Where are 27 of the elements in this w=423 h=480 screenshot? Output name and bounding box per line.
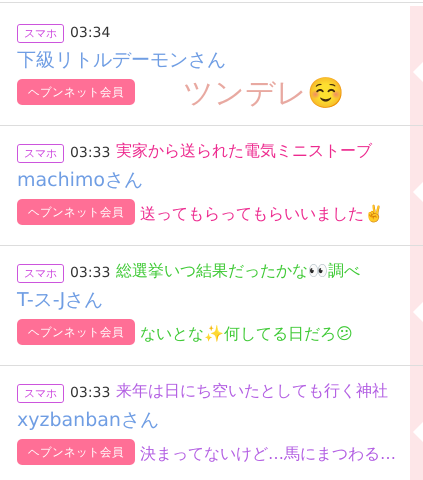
member-button[interactable]: ヘブンネット会員 xyxy=(17,319,135,345)
arrow-icon xyxy=(413,182,423,202)
member-button[interactable]: ヘブンネット会員 xyxy=(17,199,135,225)
overlay-caption: 来年は日にち空いたとしても行く神社 xyxy=(116,380,388,402)
post-time: 03:33 xyxy=(70,264,110,283)
arrow-icon xyxy=(413,422,423,442)
device-tag: スマホ xyxy=(17,144,64,163)
user-name[interactable]: xyzbanbanさん xyxy=(17,408,410,432)
device-tag: スマホ xyxy=(17,24,64,43)
post-time: 03:34 xyxy=(70,24,110,43)
post-time: 03:33 xyxy=(70,144,110,163)
member-button[interactable]: ヘブンネット会員 xyxy=(17,79,135,105)
arrow-icon xyxy=(413,302,423,322)
post-time: 03:33 xyxy=(70,384,110,403)
overlay-caption: 実家から送られた電気ミニストーブ xyxy=(116,140,372,162)
user-name[interactable]: 下級リトルデーモンさん xyxy=(17,48,410,72)
device-tag: スマホ xyxy=(17,264,64,283)
user-name[interactable]: T-ス-Jさん xyxy=(17,288,410,312)
device-tag: スマホ xyxy=(17,384,64,403)
overlay-caption: 決まってないけど…馬にまつわる… xyxy=(140,443,396,465)
overlay-caption: ないとな✨何してる日だろ😕 xyxy=(140,323,353,345)
overlay-caption: 総選挙いつ結果だったかな👀調べ xyxy=(116,260,360,282)
overlay-caption: ツンデレ☺ xyxy=(183,76,344,112)
member-button[interactable]: ヘブンネット会員 xyxy=(17,439,135,465)
overlay-caption: 送ってもらってもらいいました✌ xyxy=(140,203,384,225)
user-name[interactable]: machimoさん xyxy=(17,168,410,192)
arrow-icon xyxy=(413,62,423,82)
